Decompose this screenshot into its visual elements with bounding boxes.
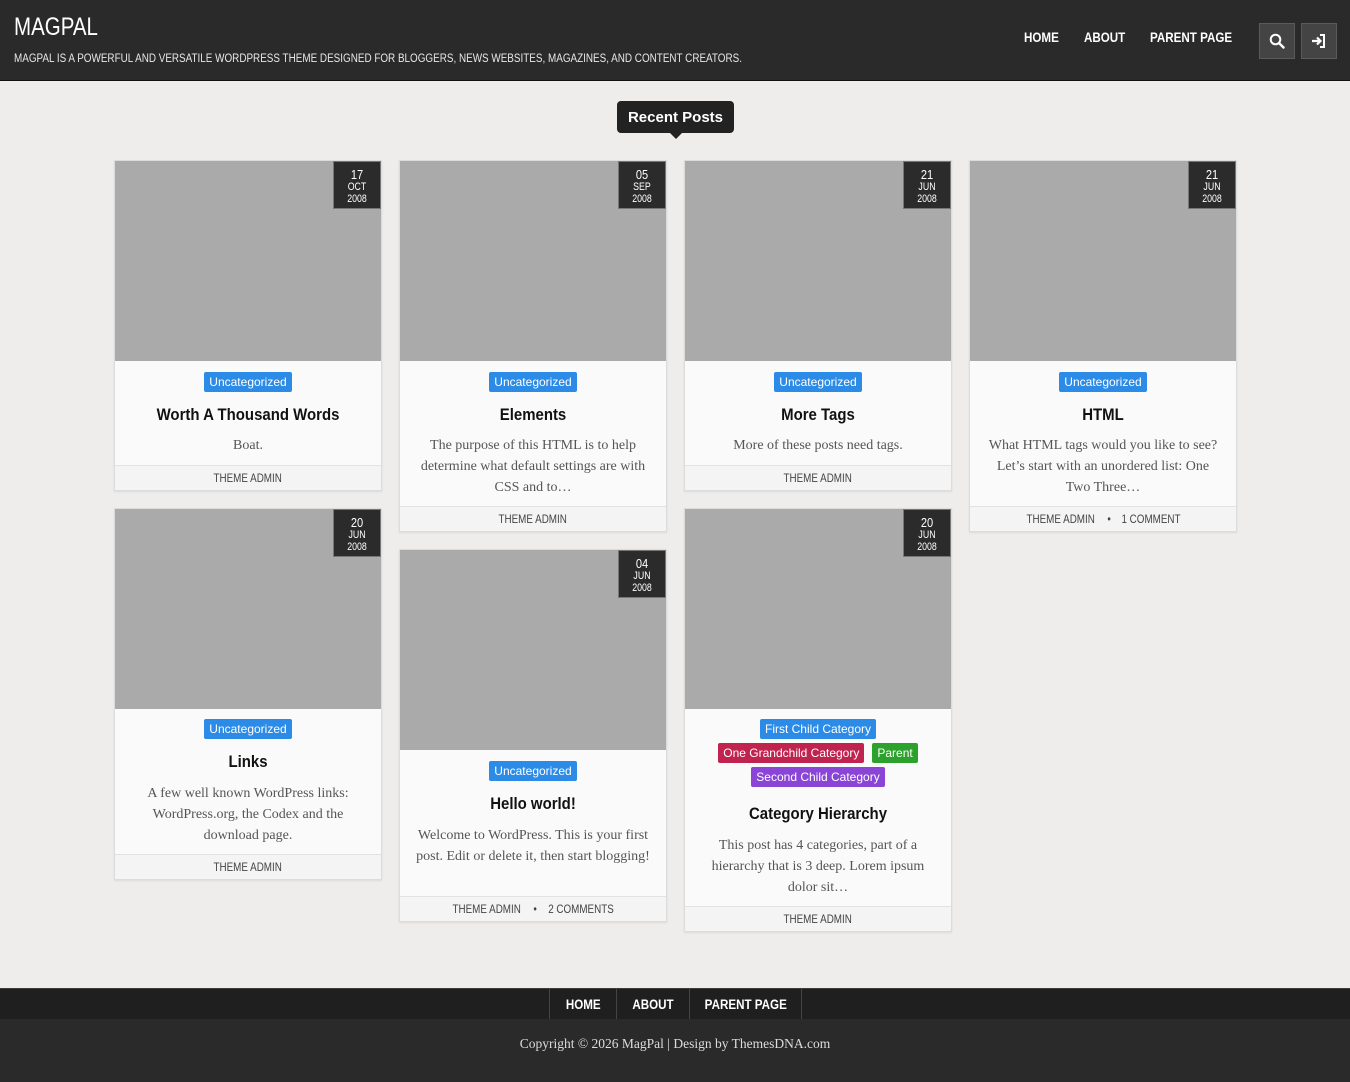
post-author[interactable]: THEME ADMIN	[784, 907, 852, 932]
post-author[interactable]: THEME ADMIN	[784, 466, 852, 491]
primary-nav: HOME ABOUT PARENT PAGE	[0, 30, 1350, 52]
category-badge[interactable]: Uncategorized	[1059, 372, 1147, 392]
post-categories: First Child Category One Grandchild Cate…	[685, 719, 951, 791]
post-categories: Uncategorized	[970, 372, 1236, 396]
post-meta: THEME ADMIN	[115, 854, 381, 879]
post-comments-link[interactable]: 1 COMMENT	[1121, 507, 1180, 532]
post-title[interactable]: Hello world!	[416, 794, 650, 814]
post-comments-link[interactable]: 2 COMMENTS	[548, 897, 614, 922]
nav-about[interactable]: ABOUT	[1084, 30, 1125, 45]
post-categories: Uncategorized	[400, 372, 666, 396]
category-badge[interactable]: First Child Category	[759, 719, 877, 739]
post-meta: THEME ADMIN	[400, 506, 666, 531]
post-card: 04 JUN 2008 Uncategorized Hello world! Wel…	[399, 549, 667, 922]
footer-nav-bar: HOME ABOUT PARENT PAGE	[0, 988, 1350, 1020]
post-excerpt: The purpose of this HTML is to help dete…	[420, 438, 646, 495]
footer-bottom: Copyright © 2026 MagPal | Design by Them…	[0, 1019, 1350, 1082]
post-meta: THEME ADMIN	[115, 465, 381, 490]
post-categories: Uncategorized	[115, 372, 381, 396]
post-card: 21 JUN 2008 Uncategorized HTML What HTML t…	[969, 160, 1237, 532]
post-card: 17 OCT 2008 Uncategorized Worth A Thousand…	[114, 160, 382, 491]
post-author[interactable]: THEME ADMIN	[1027, 507, 1095, 532]
copyright-text: Copyright © 2026 MagPal | Design by Them…	[519, 1036, 831, 1051]
post-date-badge: 04 JUN 2008	[618, 550, 666, 598]
post-title[interactable]: Category Hierarchy	[701, 804, 935, 824]
post-categories: Uncategorized	[685, 372, 951, 396]
section-title: Recent Posts	[617, 101, 734, 139]
post-meta: THEME ADMIN	[685, 465, 951, 490]
site-description: MAGPAL IS A POWERFUL AND VERSATILE WORDP…	[14, 53, 742, 65]
post-meta: THEME ADMIN	[685, 906, 951, 931]
search-icon	[1269, 33, 1285, 49]
post-title[interactable]: Worth A Thousand Words	[131, 405, 365, 425]
post-card: 21 JUN 2008 Uncategorized More Tags More o…	[684, 160, 952, 491]
post-title[interactable]: More Tags	[701, 405, 935, 425]
post-author[interactable]: THEME ADMIN	[499, 507, 567, 532]
category-badge[interactable]: Second Child Category	[751, 767, 885, 787]
post-meta: THEME ADMIN • 1 COMMENT	[970, 506, 1236, 531]
post-date-badge: 21 JUN 2008	[903, 161, 951, 209]
footer-nav-home[interactable]: HOME	[549, 989, 616, 1020]
search-button[interactable]	[1259, 23, 1295, 59]
post-excerpt: A few well known WordPress links: WordPr…	[147, 786, 349, 843]
post-card: 20 JUN 2008 First Child Category One Grand…	[684, 508, 952, 932]
post-excerpt: What HTML tags would you like to see? Le…	[988, 438, 1218, 495]
sign-in-icon	[1312, 34, 1325, 48]
footer-nav-parent-page[interactable]: PARENT PAGE	[689, 989, 802, 1020]
category-badge[interactable]: Uncategorized	[489, 761, 577, 781]
category-badge[interactable]: Uncategorized	[204, 719, 292, 739]
post-excerpt: This post has 4 categories, part of a hi…	[711, 838, 925, 895]
post-author[interactable]: THEME ADMIN	[214, 466, 282, 491]
category-badge[interactable]: Uncategorized	[204, 372, 292, 392]
post-excerpt: Welcome to WordPress. This is your first…	[416, 828, 650, 864]
footer-nav: HOME ABOUT PARENT PAGE	[549, 989, 802, 1020]
post-author[interactable]: THEME ADMIN	[453, 897, 521, 922]
category-badge[interactable]: One Grandchild Category	[718, 743, 865, 763]
post-title[interactable]: Elements	[416, 405, 650, 425]
category-badge[interactable]: Uncategorized	[774, 372, 862, 392]
post-categories: Uncategorized	[400, 761, 666, 785]
login-button[interactable]	[1301, 23, 1337, 59]
post-excerpt: More of these posts need tags.	[733, 438, 903, 453]
post-date-badge: 21 JUN 2008	[1188, 161, 1236, 209]
nav-parent-page[interactable]: PARENT PAGE	[1150, 30, 1232, 45]
category-badge[interactable]: Parent	[872, 743, 918, 763]
post-title[interactable]: Links	[131, 752, 365, 772]
post-date-badge: 05 SEP 2008	[618, 161, 666, 209]
post-date-badge: 17 OCT 2008	[333, 161, 381, 209]
post-card: 20 JUN 2008 Uncategorized Links A few well…	[114, 508, 382, 880]
nav-home[interactable]: HOME	[1024, 30, 1059, 45]
footer-nav-about[interactable]: ABOUT	[616, 989, 689, 1020]
post-date-badge: 20 JUN 2008	[333, 509, 381, 557]
post-meta: THEME ADMIN • 2 COMMENTS	[400, 896, 666, 921]
post-excerpt: Boat.	[233, 438, 263, 453]
post-categories: Uncategorized	[115, 719, 381, 743]
category-badge[interactable]: Uncategorized	[489, 372, 577, 392]
post-title[interactable]: HTML	[986, 405, 1220, 425]
post-author[interactable]: THEME ADMIN	[214, 855, 282, 880]
site-header: MAGPAL MAGPAL IS A POWERFUL AND VERSATIL…	[0, 0, 1350, 81]
post-card: 05 SEP 2008 Uncategorized Elements The pur…	[399, 160, 667, 532]
post-date-badge: 20 JUN 2008	[903, 509, 951, 557]
